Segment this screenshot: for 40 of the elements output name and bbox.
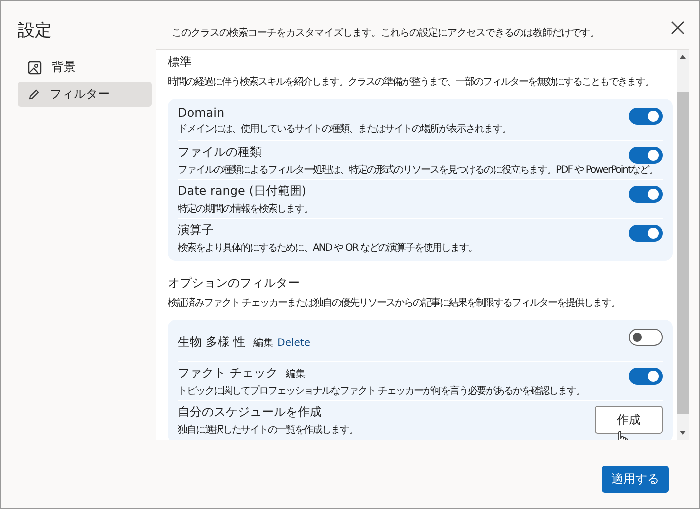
filter-title: ファイルの種類 <box>178 144 262 160</box>
filter-description: 独自に選択したサイトの一覧を作成します。 <box>178 424 358 436</box>
create-button[interactable]: 作成 <box>595 406 663 434</box>
filter-description: 特定の期間の情報を検索します。 <box>178 202 313 216</box>
section-title: オプションのフィルター <box>168 275 301 292</box>
filter-description: ファイルの種類によるフィルター処理は、特定の形式のリソースを見つけるのに役立ちます。PDF や PowerPointなど。 <box>178 164 658 176</box>
section-description: 時間の経過に伴う検索スキルを紹介します。クラスの準備が整うまで、一部のフィルターを無効にすることもできます。 <box>168 76 655 89</box>
section-description: 検証済みファクト チェッカーまたは独自の優先リソースからの記事に結果を制限するフィルターを提供します。 <box>168 296 622 310</box>
scroll-down-icon[interactable] <box>680 431 686 435</box>
filter-description: トピックに関してプロフェッショナルなファクト チェッカーが何を言う必要があるかを確認します。 <box>178 384 586 398</box>
filter-title: Domain <box>178 106 225 120</box>
sidebar-item[interactable]: 背景 <box>18 55 152 80</box>
toggle-switch[interactable] <box>629 147 663 164</box>
toggle-switch[interactable] <box>629 368 663 385</box>
toggle-switch[interactable] <box>629 225 663 242</box>
filter-description: ドメインには、使用しているサイトの種類、またはサイトの場所が表示されます。 <box>178 122 511 136</box>
scrollbar[interactable] <box>677 50 689 440</box>
image-icon <box>28 60 42 74</box>
toggle-switch[interactable] <box>629 186 663 203</box>
scroll-thumb[interactable] <box>677 92 689 414</box>
edit-link[interactable]: 編集 <box>286 366 306 380</box>
toggle-switch[interactable] <box>629 108 663 125</box>
section-title: 標準 <box>168 54 193 71</box>
toggle-switch[interactable] <box>629 329 663 346</box>
delete-link[interactable]: Delete <box>278 338 310 348</box>
close-icon <box>671 21 685 35</box>
filter-title: 自分のスケジュールを作成 <box>178 404 322 420</box>
filter-title: 演算子 <box>178 222 214 238</box>
sidebar-item[interactable]: フィルター <box>18 82 152 107</box>
settings-title: 設定 <box>18 20 53 43</box>
filter-title: ファクト チェック <box>178 364 278 382</box>
intro-text: このクラスの検索コーチをカスタマイズします。これらの設定にアクセスできるのは教師だけです。 <box>172 26 600 41</box>
edit-link[interactable]: 編集 <box>254 336 274 350</box>
close-button[interactable] <box>671 21 685 35</box>
apply-button[interactable]: 適用する <box>602 466 669 493</box>
scroll-up-icon[interactable] <box>680 55 686 59</box>
filter-title: Date range (日付範囲) <box>178 182 307 200</box>
filter-description: 検索をより具体的にするために、AND や OR などの演算子を使用します。 <box>178 242 478 254</box>
pencil-icon <box>28 88 40 100</box>
filter-title: 生物 多様 性 <box>178 334 246 350</box>
